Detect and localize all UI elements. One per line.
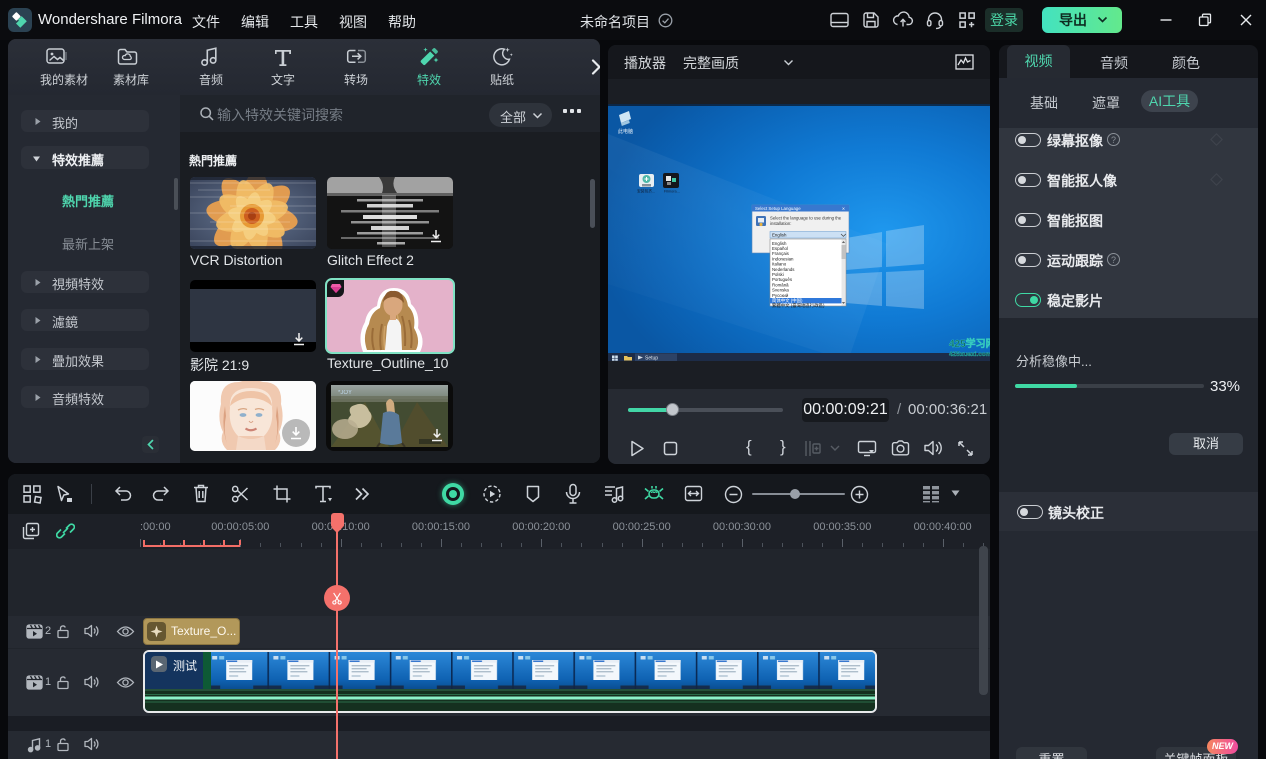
svg-text:*JOY: *JOY	[338, 390, 352, 396]
svg-text:425xuexi.com: 425xuexi.com	[949, 351, 990, 358]
svg-text:Select the language to use dur: Select the language to use during the	[770, 216, 842, 221]
svg-text:此电脑: 此电脑	[618, 128, 633, 135]
svg-text:Select Setup Language: Select Setup Language	[755, 206, 801, 211]
svg-text:Setup: Setup	[645, 356, 658, 362]
svg-text:繁體中文 (臺灣地區行政區): 繁體中文 (臺灣地區行政區)	[772, 302, 825, 309]
svg-text:安装包齐...: 安装包齐...	[637, 189, 655, 194]
svg-text:English: English	[772, 233, 787, 238]
svg-text:Русский: Русский	[772, 293, 789, 298]
svg-text:×: ×	[842, 206, 845, 212]
svg-text:Filmora...: Filmora...	[664, 190, 680, 194]
svg-text:425学习网: 425学习网	[949, 337, 990, 350]
svg-text:installation:: installation:	[770, 221, 792, 226]
